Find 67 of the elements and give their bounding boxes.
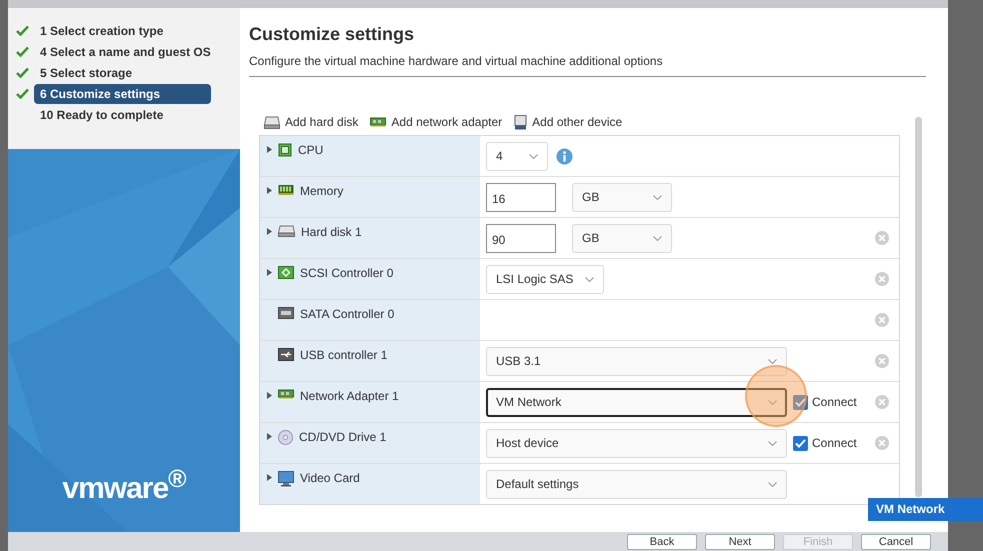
expand-arrow-icon[interactable] <box>267 228 272 235</box>
device-name: Network Adapter 1 <box>300 389 399 403</box>
wizard-step[interactable]: 10 Ready to complete <box>34 104 211 124</box>
menu-item[interactable]: VM Network <box>868 498 983 521</box>
size-input[interactable]: 90 <box>486 224 556 252</box>
page-subtitle: Configure the virtual machine hardware and virtual machine additional options <box>249 54 664 68</box>
page-title: Customize settings <box>249 24 416 45</box>
footer-button[interactable]: Cancel <box>861 534 931 550</box>
vmware-logo: vmware$^{®}$ <box>62 465 186 506</box>
device-name: SATA Controller 0 <box>300 307 394 321</box>
expand-arrow-icon[interactable] <box>267 146 272 153</box>
checkbox[interactable] <box>793 394 808 410</box>
device-name: USB controller 1 <box>300 348 388 362</box>
toolbar-button[interactable]: Add network adapter <box>370 115 502 129</box>
expand-arrow-icon[interactable] <box>267 269 272 276</box>
dropdown-select[interactable]: LSI Logic SAS <box>486 264 604 294</box>
dropdown-select[interactable]: VM Network <box>486 388 787 416</box>
memory-module-icon <box>278 184 294 196</box>
footer-button[interactable]: Back <box>627 534 697 550</box>
chevron-down-icon <box>768 358 777 364</box>
device-name: Video Card <box>300 471 360 485</box>
monitor-icon <box>278 471 294 487</box>
size-input[interactable]: 16 <box>486 182 556 212</box>
dropdown-select[interactable]: 4 <box>486 142 548 170</box>
hard-disk-icon <box>264 116 280 128</box>
checkbox[interactable] <box>793 436 808 450</box>
chevron-down-icon <box>768 400 777 404</box>
controller-icon <box>278 266 294 279</box>
toolbar-button[interactable]: Add hard disk <box>264 115 358 129</box>
wizard-step[interactable]: 5 Select storage <box>34 62 211 82</box>
controller-icon <box>278 307 294 319</box>
chevron-down-icon <box>768 482 777 486</box>
expand-arrow-icon[interactable] <box>267 187 272 194</box>
device-icon <box>514 114 528 130</box>
info-icon[interactable] <box>556 148 573 164</box>
device-name: CPU <box>298 143 324 157</box>
chevron-down-icon <box>529 154 538 158</box>
checkbox-label: Connect <box>812 395 857 409</box>
footer-button[interactable]: Next <box>705 534 775 550</box>
expand-arrow-icon[interactable] <box>267 392 272 399</box>
unit-select[interactable]: GB <box>572 182 672 212</box>
device-name: CD/DVD Drive 1 <box>299 430 386 444</box>
chevron-down-icon <box>653 194 662 200</box>
expand-arrow-icon[interactable] <box>267 474 272 481</box>
network-card-icon <box>370 117 386 127</box>
dropdown-select[interactable]: USB 3.1 <box>486 346 787 376</box>
chevron-down-icon <box>585 276 594 282</box>
wizard-step[interactable]: 6 Customize settings <box>34 84 211 104</box>
usb-icon <box>278 348 294 361</box>
hard-disk-icon <box>278 225 295 237</box>
chevron-down-icon <box>768 440 777 446</box>
device-name: SCSI Controller 0 <box>300 266 394 280</box>
device-name: Memory <box>300 184 344 198</box>
dropdown-select[interactable]: Host device <box>486 428 787 458</box>
wizard-step[interactable]: 1 Select creation type <box>34 20 211 40</box>
toolbar-button[interactable]: Add other device <box>514 114 622 130</box>
scrollbar[interactable] <box>915 117 922 497</box>
device-name: Hard disk 1 <box>301 225 362 239</box>
checkbox-label: Connect <box>812 436 857 450</box>
unit-select[interactable]: GB <box>572 224 672 252</box>
disc-icon <box>278 430 293 445</box>
wizard-step[interactable]: 4 Select a name and guest OS <box>34 42 211 62</box>
network-card-icon <box>278 389 294 399</box>
dropdown-select[interactable]: Default settings <box>486 470 787 498</box>
chip-icon <box>278 143 292 157</box>
expand-arrow-icon[interactable] <box>267 433 272 440</box>
chevron-down-icon <box>653 236 662 240</box>
